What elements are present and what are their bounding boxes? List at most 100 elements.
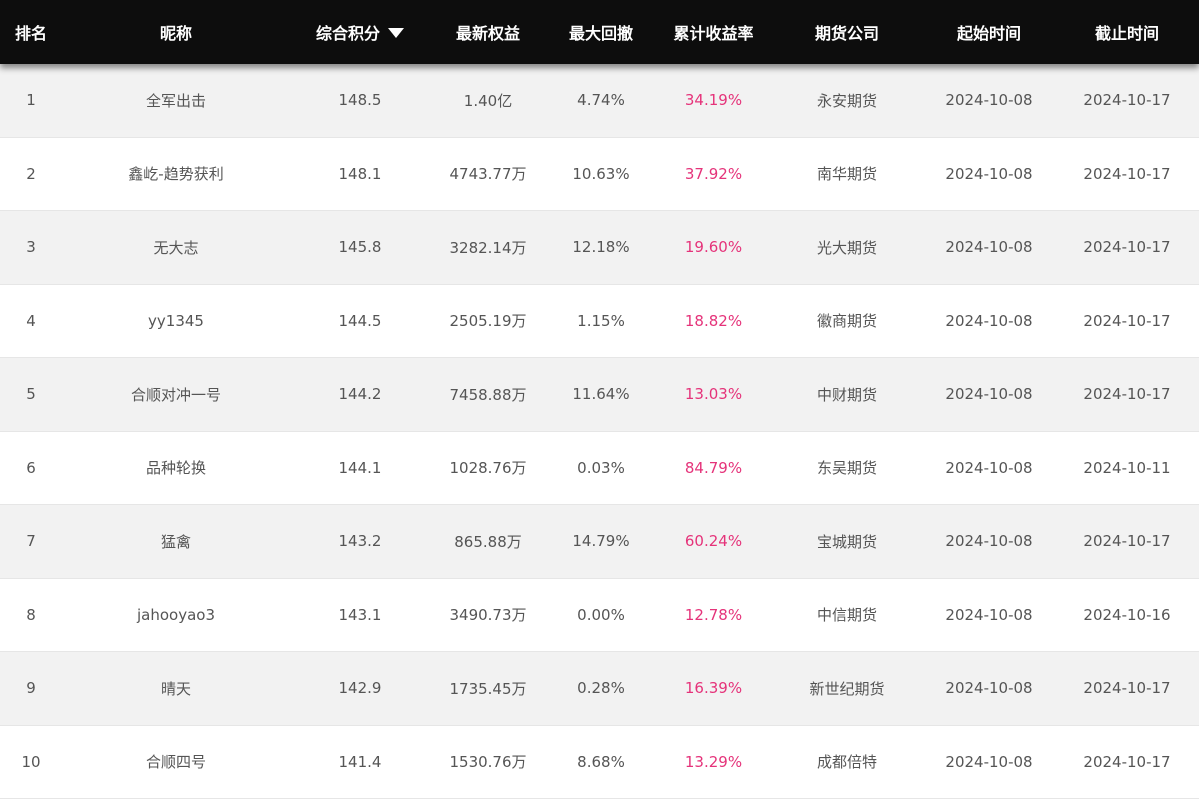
end-date-cell: 2024-10-17 — [1083, 385, 1171, 404]
name-cell: 品种轮换 — [145, 459, 206, 478]
name-cell: 合顺四号 — [145, 753, 206, 772]
end-date-cell: 2024-10-17 — [1083, 164, 1171, 183]
end-date-cell: 2024-10-16 — [1083, 605, 1171, 624]
rank-cell: 8 — [26, 605, 36, 624]
equity-cell: 7458.88万 — [449, 385, 527, 404]
end-date-cell: 2024-10-17 — [1083, 238, 1171, 257]
company-cell: 光大期货 — [816, 238, 877, 257]
score-cell: 144.2 — [338, 385, 382, 404]
return-cell: 19.60% — [684, 238, 743, 257]
return-cell: 12.78% — [684, 605, 743, 624]
header-end: 截止时间 — [1094, 24, 1159, 43]
table-row[interactable]: 9 晴天 142.9 1735.45万 0.28% 16.39% 新世纪期货 2024-10-… — [0, 652, 1199, 726]
table-row[interactable]: 8 jahooyao3 143.1 3490.73万 0.00% 12.78% 中信期货 20… — [0, 578, 1199, 652]
name-cell: jahooyao3 — [136, 605, 215, 624]
company-cell: 南华期货 — [816, 165, 877, 184]
name-cell: 猛禽 — [160, 532, 191, 551]
name-cell: yy1345 — [148, 311, 204, 330]
return-cell: 18.82% — [684, 311, 743, 330]
triangle-down-icon[interactable] — [388, 28, 404, 38]
rank-cell: 4 — [26, 311, 36, 330]
equity-cell: 1735.45万 — [449, 679, 527, 698]
drawdown-cell: 4.74% — [577, 91, 625, 110]
score-cell: 148.1 — [338, 164, 382, 183]
header-start: 起始时间 — [956, 24, 1021, 43]
company-cell: 成都倍特 — [816, 753, 877, 772]
table-row[interactable]: 10 合顺四号 141.4 1530.76万 8.68% 13.29% 成都倍特 2024-1… — [0, 725, 1199, 799]
end-date-cell: 2024-10-17 — [1083, 311, 1171, 330]
start-date-cell: 2024-10-08 — [945, 164, 1033, 183]
equity-cell: 3282.14万 — [449, 238, 527, 257]
equity-cell: 4743.77万 — [449, 165, 527, 184]
table-row[interactable]: 2 鑫屹-趋势获利 148.1 4743.77万 10.63% 37.92% 南华期货 202… — [0, 137, 1199, 211]
rank-cell: 1 — [26, 91, 36, 110]
return-cell: 84.79% — [684, 458, 743, 477]
table-row[interactable]: 1 全军出击 148.5 1.40亿 4.74% 34.19% 永安期货 2024-10-08… — [0, 64, 1199, 138]
score-cell: 144.1 — [338, 458, 382, 477]
table-row[interactable]: 7 猛禽 143.2 865.88万 14.79% 60.24% 宝城期货 2024-10-0… — [0, 505, 1199, 579]
drawdown-cell: 11.64% — [572, 385, 630, 404]
table-row[interactable]: 6 品种轮换 144.1 1028.76万 0.03% 84.79% 东吴期货 2024-10… — [0, 431, 1199, 505]
table-row[interactable]: 4 yy1345 144.5 2505.19万 1.15% 18.82% 徽商期货 2024-… — [0, 284, 1199, 358]
table-row[interactable]: 3 无大志 145.8 3282.14万 12.18% 19.60% 光大期货 2024-10… — [0, 211, 1199, 285]
start-date-cell: 2024-10-08 — [945, 458, 1033, 477]
rank-cell: 7 — [26, 532, 36, 551]
company-cell: 新世纪期货 — [809, 679, 885, 698]
company-cell: 中信期货 — [816, 606, 877, 625]
name-cell: 合顺对冲一号 — [130, 385, 221, 404]
header-name: 昵称 — [159, 24, 192, 43]
drawdown-cell: 0.00% — [577, 605, 625, 624]
score-cell: 143.2 — [338, 532, 382, 551]
table-body: 1 全军出击 148.5 1.40亿 4.74% 34.19% 永安期货 2024-10-08… — [0, 64, 1199, 799]
table-row[interactable]: 5 合顺对冲一号 144.2 7458.88万 11.64% 13.03% 中财期货 2024… — [0, 358, 1199, 432]
start-date-cell: 2024-10-08 — [945, 238, 1033, 257]
return-cell: 34.19% — [684, 91, 743, 110]
drawdown-cell: 12.18% — [572, 238, 630, 257]
start-date-cell: 2024-10-08 — [945, 91, 1033, 110]
rank-cell: 5 — [26, 385, 36, 404]
company-cell: 东吴期货 — [816, 459, 877, 478]
rank-cell: 6 — [26, 458, 36, 477]
drawdown-cell: 0.03% — [577, 458, 625, 477]
return-cell: 13.03% — [684, 385, 743, 404]
header-drawdown: 最大回撤 — [568, 24, 633, 43]
equity-cell: 1.40亿 — [463, 91, 513, 110]
equity-cell: 3490.73万 — [449, 606, 527, 625]
rank-cell: 10 — [21, 752, 41, 771]
header-return: 累计收益率 — [673, 24, 754, 43]
start-date-cell: 2024-10-08 — [945, 532, 1033, 551]
company-cell: 永安期货 — [816, 91, 877, 110]
header-rank: 排名 — [14, 24, 47, 43]
end-date-cell: 2024-10-17 — [1083, 91, 1171, 110]
name-cell: 鑫屹-趋势获利 — [128, 165, 224, 184]
score-cell: 144.5 — [338, 311, 382, 330]
score-cell: 145.8 — [338, 238, 382, 257]
score-cell: 143.1 — [338, 605, 382, 624]
name-cell: 晴天 — [160, 679, 191, 698]
equity-cell: 1028.76万 — [449, 459, 527, 478]
start-date-cell: 2024-10-08 — [945, 605, 1033, 624]
score-cell: 142.9 — [338, 679, 382, 698]
header-score-label: 综合积分 — [315, 24, 380, 43]
drawdown-cell: 14.79% — [572, 532, 630, 551]
return-cell: 16.39% — [684, 679, 743, 698]
equity-cell: 2505.19万 — [449, 312, 527, 331]
end-date-cell: 2024-10-17 — [1083, 752, 1171, 771]
score-cell: 141.4 — [338, 752, 382, 771]
start-date-cell: 2024-10-08 — [945, 679, 1033, 698]
company-cell: 徽商期货 — [816, 312, 877, 331]
drawdown-cell: 1.15% — [577, 311, 625, 330]
name-cell: 全军出击 — [145, 91, 206, 110]
company-cell: 中财期货 — [816, 385, 877, 404]
rank-cell: 9 — [26, 679, 36, 698]
start-date-cell: 2024-10-08 — [945, 385, 1033, 404]
drawdown-cell: 8.68% — [577, 752, 625, 771]
header-score-sortable[interactable]: 综合积分 — [290, 20, 430, 44]
name-cell: 无大志 — [153, 238, 199, 257]
start-date-cell: 2024-10-08 — [945, 752, 1033, 771]
header-equity: 最新权益 — [455, 24, 520, 43]
drawdown-cell: 0.28% — [577, 679, 625, 698]
equity-cell: 1530.76万 — [449, 753, 527, 772]
ranking-table: 排名 昵称 综合积分 最新权益 最大回撤 累计收益率 期货公司 起始时间 截止时… — [0, 0, 1199, 799]
return-cell: 60.24% — [684, 532, 743, 551]
